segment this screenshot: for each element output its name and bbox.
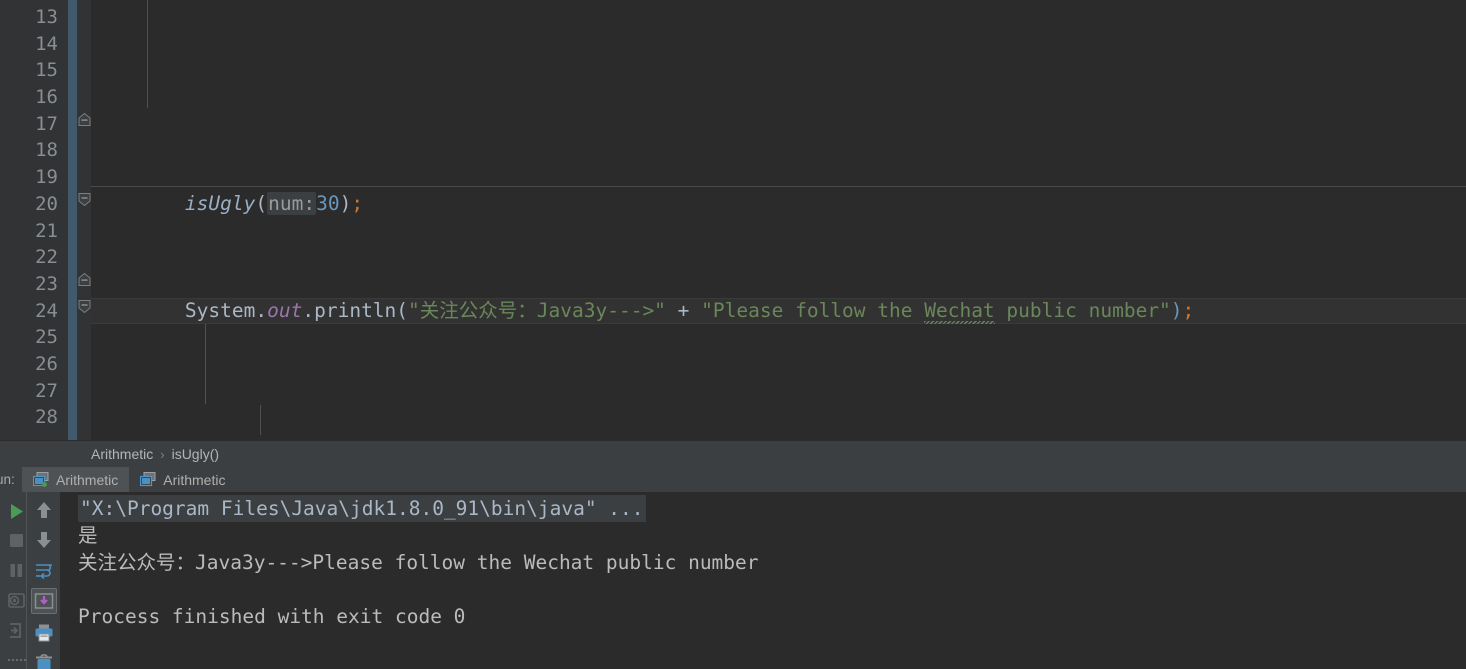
run-tab-1[interactable]: Arithmetic — [129, 467, 236, 492]
line-number: 22 — [35, 246, 58, 269]
console-actions-toolbar — [26, 492, 60, 669]
console-line: 是 — [78, 524, 98, 547]
line-number-column: 13 14 15 16 17 18 19 20 21 22 23 24 25 2… — [0, 0, 58, 431]
run-tab-bar: un: Arithmetic — [0, 467, 1466, 492]
console-line: Process finished with exit code 0 — [78, 605, 466, 628]
soft-wrap-icon[interactable] — [31, 558, 57, 584]
breadcrumb-method[interactable]: isUgly() — [172, 446, 219, 462]
line-number: 21 — [35, 219, 58, 242]
ide-window: 13 14 15 16 17 18 19 20 21 22 23 24 25 2… — [0, 0, 1466, 669]
line-number: 25 — [35, 326, 58, 349]
fold-start-icon[interactable] — [77, 299, 92, 314]
parameter-hint: num: — [267, 191, 317, 215]
line-number: 17 — [35, 112, 58, 135]
console-command-line: "X:\Program Files\Java\jdk1.8.0_91\bin\j… — [78, 495, 646, 522]
line-number: 23 — [35, 272, 58, 295]
line-number: 26 — [35, 352, 58, 375]
trash-icon[interactable] — [31, 650, 57, 669]
line-number: 19 — [35, 166, 58, 189]
code-editor[interactable]: 13 14 15 16 17 18 19 20 21 22 23 24 25 2… — [0, 0, 1466, 440]
console-scrollbar[interactable] — [1454, 492, 1466, 669]
run-tab-label: Arithmetic — [56, 471, 119, 488]
print-icon[interactable] — [31, 620, 57, 646]
line-number: 20 — [35, 192, 58, 215]
code-text[interactable]: isUgly(num:30); System.out.println("关注公众… — [91, 4, 1466, 440]
method-call: isUgly — [184, 191, 256, 215]
line-number: 27 — [35, 379, 58, 402]
run-tab-0[interactable]: Arithmetic — [22, 467, 130, 492]
line-number: 15 — [35, 59, 58, 82]
run-tool-window: un: Arithmetic — [0, 467, 1466, 669]
console-line: 关注公众号：Java3y--->Please follow the Wechat… — [78, 551, 759, 574]
code-line-15: System.out.println("关注公众号：Java3y--->" + … — [184, 298, 1195, 322]
code-line-14: isUgly(num:30); — [184, 191, 364, 215]
string-literal: "关注公众号：Java3y--->" — [408, 298, 666, 322]
line-number: 16 — [35, 86, 58, 109]
breadcrumb[interactable]: Arithmetic › isUgly() — [0, 440, 1466, 467]
run-config-icon — [140, 472, 157, 487]
line-number: 24 — [35, 299, 58, 322]
run-config-icon — [32, 472, 50, 487]
arrow-down-icon[interactable] — [31, 527, 57, 553]
run-tab-label: Arithmetic — [163, 471, 226, 488]
line-number: 28 — [35, 406, 58, 429]
fold-end-icon[interactable] — [77, 112, 92, 127]
chevron-right-icon: › — [160, 446, 165, 462]
scroll-to-end-icon[interactable] — [31, 588, 57, 614]
run-window-label: un: — [0, 472, 15, 487]
line-number: 18 — [35, 139, 58, 162]
fold-start-icon[interactable] — [77, 192, 92, 207]
editor-gutter[interactable]: 13 14 15 16 17 18 19 20 21 22 23 24 25 2… — [0, 0, 68, 440]
fold-end-icon[interactable] — [77, 272, 92, 287]
code-folding-column[interactable] — [77, 0, 91, 440]
spellcheck-typo: Wechat — [924, 298, 995, 322]
field-out: out — [267, 298, 303, 322]
run-actions-toolbar — [0, 492, 27, 669]
arrow-up-icon[interactable] — [31, 497, 57, 523]
console-output[interactable]: "X:\Program Files\Java\jdk1.8.0_91\bin\j… — [60, 492, 1466, 669]
line-number: 13 — [35, 6, 58, 28]
changed-lines-marker — [68, 0, 77, 440]
line-number: 14 — [35, 32, 58, 55]
breadcrumb-class[interactable]: Arithmetic — [91, 446, 153, 462]
